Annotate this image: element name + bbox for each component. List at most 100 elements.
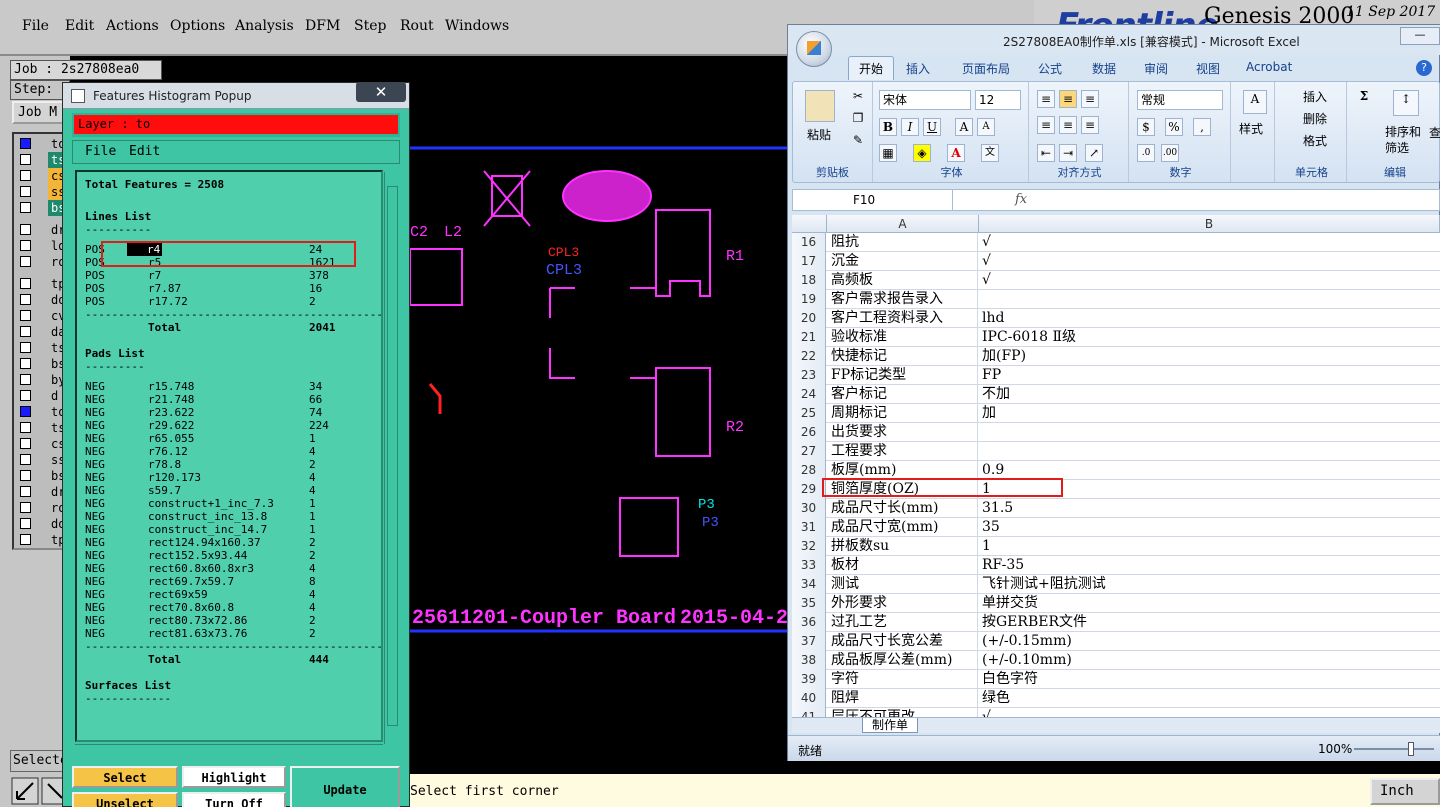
row-number[interactable]: 29 [792,480,826,499]
layer-checkbox[interactable] [20,256,31,267]
row-number[interactable]: 28 [792,461,826,480]
cell-b[interactable]: 加(FP) [979,347,1439,366]
delete-button[interactable]: 删除 [1303,110,1327,127]
sheet-tab[interactable]: 制作单 [862,718,918,733]
percent-icon[interactable]: % [1165,118,1183,136]
cell-b[interactable]: lhd [979,309,1439,328]
cell-b[interactable]: √ [979,708,1439,717]
cell-a[interactable]: 阻焊 [828,689,978,708]
phonetic-icon[interactable]: 文 [981,144,999,162]
menu-file[interactable]: File [22,18,49,34]
cell-b[interactable]: 按GERBER文件 [979,613,1439,632]
increase-decimal-icon[interactable]: .0 [1137,144,1155,162]
row-number[interactable]: 26 [792,423,826,442]
orientation-icon[interactable]: ↗ [1085,144,1103,162]
sort-filter-button[interactable]: 排序和筛选 [1385,124,1425,156]
menu-edit[interactable]: Edit [65,18,94,34]
job-field[interactable]: Job : 2s27808ea0 [10,60,162,80]
row-number[interactable]: 18 [792,271,826,290]
styles-icon[interactable]: A [1243,90,1267,114]
sum-icon[interactable]: Σ [1355,88,1373,106]
step-field[interactable]: Step: [10,80,70,100]
fx-icon[interactable]: fx [1015,192,1027,207]
cell-b[interactable]: 加 [979,404,1439,423]
cell-b[interactable]: 35 [979,518,1439,537]
select-button[interactable]: Select [72,766,178,788]
layer-checkbox[interactable] [20,374,31,385]
column-b-header[interactable]: B [979,215,1440,233]
insert-button[interactable]: 插入 [1303,88,1327,105]
units-button[interactable]: Inch [1370,778,1440,805]
menu-windows[interactable]: Windows [445,18,509,34]
hist-menu-file[interactable]: File [85,144,116,159]
layer-checkbox[interactable] [20,278,31,289]
row-number[interactable]: 31 [792,518,826,537]
row-number[interactable]: 35 [792,594,826,613]
cell-a[interactable]: 层压不可更改 [828,708,978,717]
cell-b[interactable]: √ [979,252,1439,271]
cell-a[interactable]: 拼板数su [828,537,978,556]
close-icon[interactable]: ✕ [356,82,406,102]
find-button[interactable]: 查 [1429,124,1440,141]
cell-a[interactable]: 字符 [828,670,978,689]
layer-checkbox[interactable] [20,342,31,353]
row-number[interactable]: 40 [792,689,826,708]
cell-b[interactable]: 绿色 [979,689,1439,708]
layer-checkbox[interactable] [20,534,31,545]
cell-b[interactable]: 白色字符 [979,670,1439,689]
row-number[interactable]: 20 [792,309,826,328]
layer-checkbox[interactable] [20,138,31,149]
row-number[interactable]: 17 [792,252,826,271]
ribbon-tab[interactable]: 页面布局 [962,60,1010,77]
excel-titlebar[interactable]: 2S27808EA0制作单.xls [兼容模式] - Microsoft Exc… [788,25,1440,55]
office-button-icon[interactable] [796,31,832,67]
layer-checkbox[interactable] [20,454,31,465]
cell-a[interactable]: 快捷标记 [828,347,978,366]
layer-checkbox[interactable] [20,502,31,513]
cell-b[interactable]: √ [979,271,1439,290]
cell-b[interactable] [979,290,1439,309]
ribbon-tab[interactable]: 数据 [1092,60,1116,77]
cell-a[interactable]: 阻抗 [828,233,978,252]
cell-a[interactable]: 成品板厚公差(mm) [828,651,978,670]
number-format-select[interactable]: 常规 [1137,90,1223,110]
layer-checkbox[interactable] [20,154,31,165]
align-center-icon[interactable]: ≡ [1059,116,1077,134]
ribbon-tab[interactable]: 视图 [1196,60,1220,77]
cell-b[interactable]: 单拼交货 [979,594,1439,613]
spreadsheet-grid[interactable]: A B 16 阻抗 √ 17 沉金 √ 18 高频板 √ 19 客户需求报告录入 20 客户工程资料录入… [792,215,1440,717]
menu-dfm[interactable]: DFM [305,18,340,34]
row-number[interactable]: 33 [792,556,826,575]
row-number[interactable]: 22 [792,347,826,366]
row-number[interactable]: 24 [792,385,826,404]
ribbon-tab[interactable]: 公式 [1038,60,1062,77]
shrink-font-icon[interactable]: A [977,118,995,136]
histogram-horizontal-scrollbar[interactable] [75,744,383,758]
cell-b[interactable]: IPC-6018 Ⅱ级 [979,328,1439,347]
cell-a[interactable]: 板材 [828,556,978,575]
copy-icon[interactable]: ❐ [849,110,867,128]
zoom-slider[interactable] [1354,742,1434,756]
cell-b[interactable]: (+/-0.10mm) [979,651,1439,670]
minimize-icon[interactable]: — [1400,27,1440,45]
layer-checkbox[interactable] [20,240,31,251]
cell-b[interactable]: 31.5 [979,499,1439,518]
ribbon-tab[interactable]: 插入 [906,60,930,77]
layer-checkbox[interactable] [20,326,31,337]
bold-icon[interactable]: B [879,118,897,136]
cell-a[interactable]: 周期标记 [828,404,978,423]
row-number[interactable]: 23 [792,366,826,385]
font-size-select[interactable]: 12 [975,90,1021,110]
cell-b[interactable]: (+/-0.15mm) [979,632,1439,651]
layer-checkbox[interactable] [20,518,31,529]
row-number[interactable]: 34 [792,575,826,594]
row-number[interactable]: 30 [792,499,826,518]
menu-rout[interactable]: Rout [400,18,434,34]
highlight-button[interactable]: Highlight [182,766,286,788]
layer-checkbox[interactable] [20,486,31,497]
row-number[interactable]: 21 [792,328,826,347]
currency-icon[interactable]: $ [1137,118,1155,136]
cell-a[interactable]: 出货要求 [828,423,978,442]
row-number[interactable]: 16 [792,233,826,252]
layer-checkbox[interactable] [20,390,31,401]
